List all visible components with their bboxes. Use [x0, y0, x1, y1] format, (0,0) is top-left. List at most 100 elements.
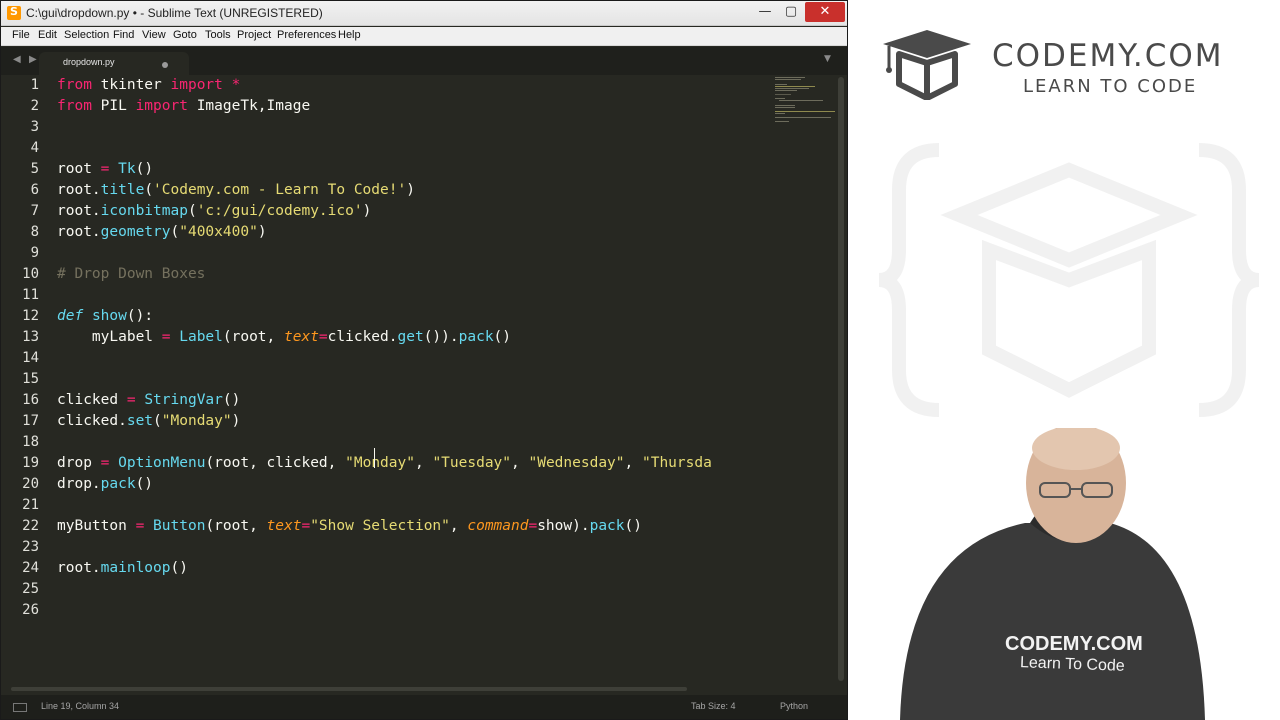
menu-goto[interactable]: Goto: [173, 29, 197, 41]
menu-bar: File Edit Selection Find View Goto Tools…: [1, 27, 847, 46]
code-token: 'Codemy.com - Learn To Code!': [153, 182, 407, 198]
code-token: =: [135, 518, 145, 534]
code-token: myLabel: [57, 329, 162, 345]
code-token: ,: [624, 455, 642, 471]
code-token: ():: [126, 308, 154, 324]
cube-logo-icon: [883, 30, 971, 100]
menu-file[interactable]: File: [12, 29, 30, 41]
code-line-1[interactable]: from tkinter import *: [57, 75, 240, 96]
window-title: C:\gui\dropdown.py • - Sublime Text (UNR…: [26, 6, 323, 20]
vertical-scrollbar[interactable]: [837, 75, 845, 681]
line-number: 26: [22, 602, 39, 618]
code-token: "Show Selection": [310, 518, 450, 534]
code-token: "Wednesday": [528, 455, 625, 471]
line-number: 2: [30, 98, 39, 114]
code-token: pack: [458, 329, 494, 345]
shirt-brand-tagline: Learn To Code: [1019, 654, 1125, 675]
menu-selection[interactable]: Selection: [64, 29, 109, 41]
code-line-22[interactable]: myButton = Button(root, text="Show Selec…: [57, 516, 642, 537]
code-line-2[interactable]: from PIL import ImageTk,Image: [57, 96, 310, 117]
line-number: 9: [30, 245, 39, 261]
code-token: ): [406, 182, 415, 198]
brand-name: CODEMY.COM: [992, 38, 1224, 74]
line-number: 19: [22, 455, 39, 471]
code-token: "Monday": [161, 413, 232, 429]
tab-scroll-right-icon[interactable]: ▶: [29, 54, 37, 65]
horizontal-scrollbar[interactable]: [1, 685, 837, 693]
code-token: =: [126, 392, 136, 408]
code-line-19[interactable]: drop = OptionMenu(root, clicked, "Monday…: [57, 453, 712, 474]
menu-tools[interactable]: Tools: [205, 29, 231, 41]
menu-preferences[interactable]: Preferences: [277, 29, 336, 41]
line-number: 17: [22, 413, 39, 429]
cursor-position: Line 19, Column 34: [41, 701, 120, 711]
status-panel-icon[interactable]: [13, 703, 27, 712]
maximize-button[interactable]: ▢: [779, 2, 803, 22]
line-number: 3: [30, 119, 39, 135]
code-token: 'c:/gui/codemy.ico': [196, 203, 363, 219]
code-token: (root,: [205, 518, 267, 534]
code-line-8[interactable]: root.geometry("400x400"): [57, 222, 267, 243]
code-line-13[interactable]: myLabel = Label(root, text=clicked.get()…: [57, 327, 511, 348]
menu-edit[interactable]: Edit: [38, 29, 57, 41]
code-token: (): [493, 329, 512, 345]
menu-view[interactable]: View: [142, 29, 166, 41]
tab-dropdown-py[interactable]: dropdown.py: [39, 52, 189, 75]
tab-list-dropdown-icon[interactable]: ▼: [824, 54, 831, 64]
line-number: 12: [22, 308, 39, 324]
code-token: OptionMenu: [118, 455, 206, 471]
minimap[interactable]: [771, 75, 835, 685]
code-token: tkinter: [91, 77, 171, 93]
code-token: pack: [100, 476, 136, 492]
code-line-12[interactable]: def show():: [57, 306, 153, 327]
code-token: Button: [153, 518, 206, 534]
code-line-5[interactable]: root = Tk(): [57, 159, 153, 180]
tab-scroll-left-icon[interactable]: ◀: [13, 54, 21, 65]
code-token: pack: [589, 518, 625, 534]
code-token: ): [257, 224, 267, 240]
code-token: show: [91, 308, 127, 324]
menu-project[interactable]: Project: [237, 29, 271, 41]
code-token: =: [318, 329, 328, 345]
line-number: 15: [22, 371, 39, 387]
code-token: "Thursda: [641, 455, 712, 471]
menu-find[interactable]: Find: [113, 29, 134, 41]
code-editor[interactable]: from tkinter import * from PIL import Im…: [57, 75, 775, 685]
menu-help[interactable]: Help: [338, 29, 361, 41]
sublime-app-icon: [7, 5, 21, 20]
code-line-7[interactable]: root.iconbitmap('c:/gui/codemy.ico'): [57, 201, 371, 222]
code-token: StringVar: [144, 392, 223, 408]
code-token: ImageTk,Image: [187, 98, 311, 114]
code-token: geometry: [100, 224, 171, 240]
code-token: clicked: [57, 392, 127, 408]
line-number: 18: [22, 434, 39, 450]
code-line-16[interactable]: clicked = StringVar(): [57, 390, 240, 411]
close-button[interactable]: ✕: [805, 2, 845, 22]
syntax-indicator[interactable]: Python: [780, 701, 808, 711]
vertical-scroll-thumb[interactable]: [838, 77, 844, 681]
code-token: from: [57, 98, 92, 114]
code-line-20[interactable]: drop.pack(): [57, 474, 153, 495]
code-token: Tk: [118, 161, 136, 177]
code-token: import: [135, 98, 188, 114]
code-line-17[interactable]: clicked.set("Monday"): [57, 411, 240, 432]
code-token: show).: [537, 518, 590, 534]
horizontal-scroll-thumb[interactable]: [11, 687, 687, 691]
minimize-button[interactable]: —: [753, 2, 777, 22]
code-line-24[interactable]: root.mainloop(): [57, 558, 188, 579]
code-token: root.: [57, 182, 101, 198]
tab-size-indicator[interactable]: Tab Size: 4: [691, 701, 736, 711]
code-token: iconbitmap: [100, 203, 188, 219]
code-token: set: [126, 413, 154, 429]
code-token: myButton: [57, 518, 136, 534]
code-token: drop.: [57, 476, 101, 492]
code-line-6[interactable]: root.title('Codemy.com - Learn To Code!'…: [57, 180, 415, 201]
code-token: (: [187, 203, 197, 219]
code-line-10[interactable]: # Drop Down Boxes: [57, 264, 205, 285]
code-token: (): [624, 518, 642, 534]
code-token: ): [231, 413, 241, 429]
unsaved-dot-icon[interactable]: [162, 62, 168, 68]
